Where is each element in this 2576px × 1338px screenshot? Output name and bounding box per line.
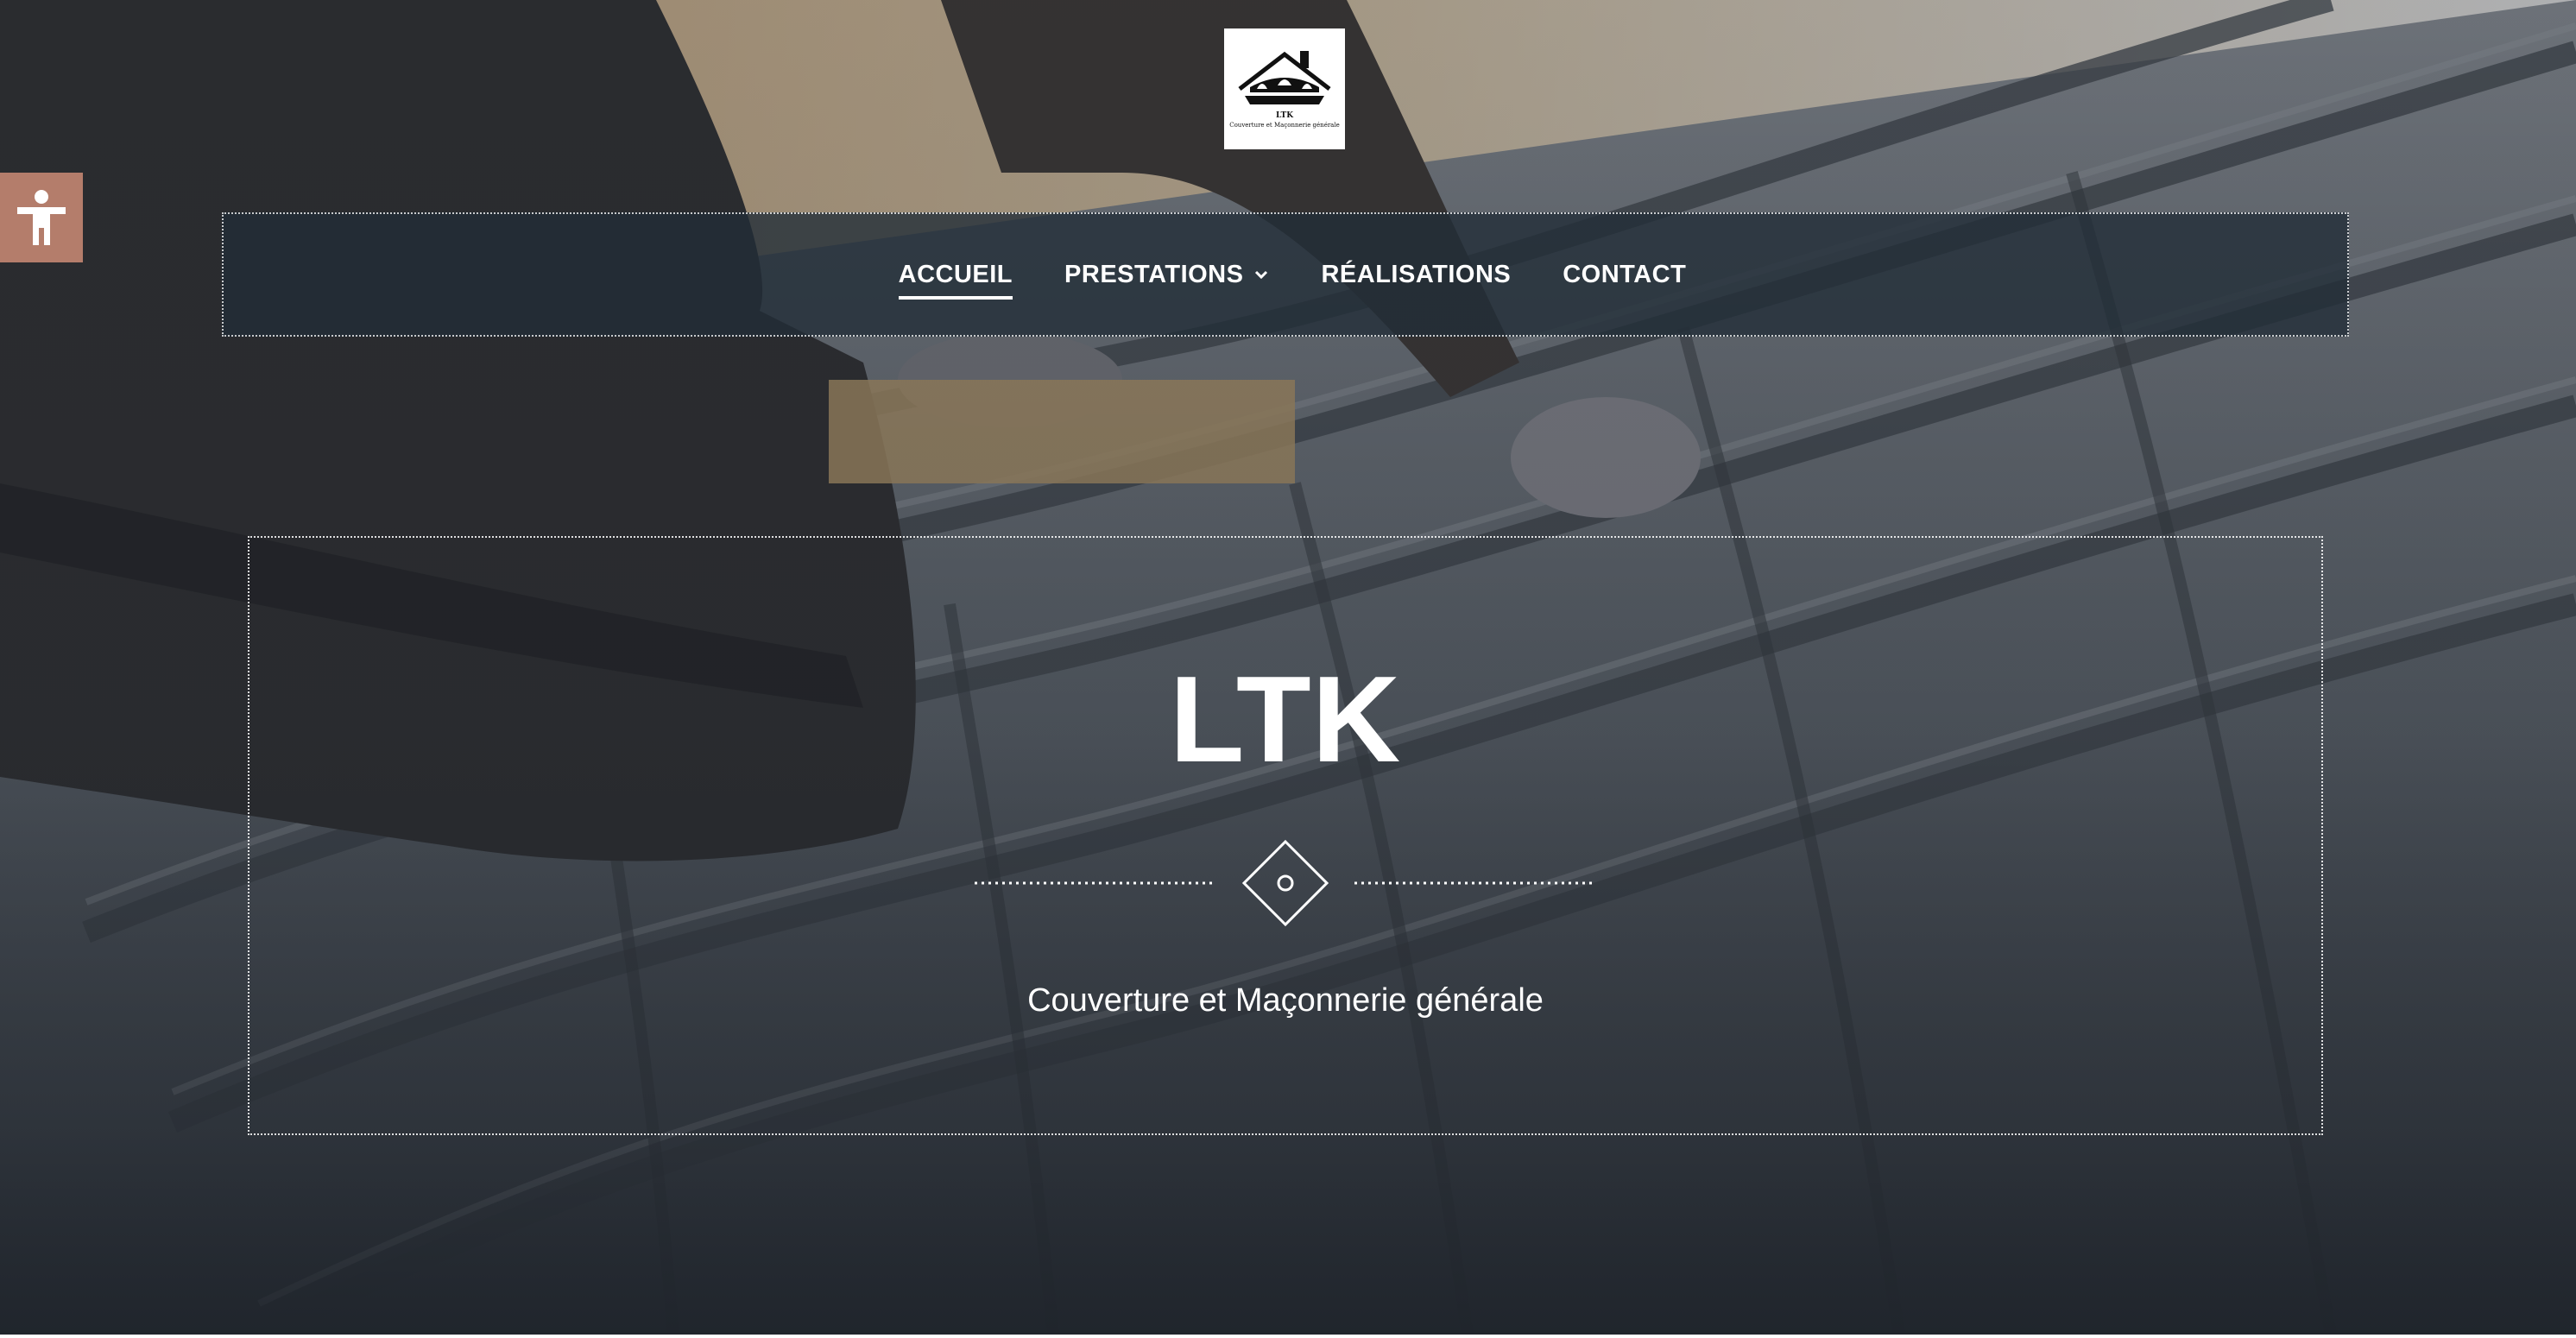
hero-subtitle: Couverture et Maçonnerie générale <box>1027 982 1544 1019</box>
site-logo[interactable]: LTK Couverture et Maçonnerie générale <box>1224 28 1345 149</box>
nav-item-label: CONTACT <box>1563 260 1687 288</box>
accessibility-person-icon <box>17 190 66 245</box>
house-logo-icon <box>1238 51 1331 104</box>
chevron-down-icon <box>1255 270 1268 280</box>
nav-item-label: PRESTATIONS <box>1064 260 1244 288</box>
nav-item-contact[interactable]: CONTACT <box>1563 254 1686 296</box>
hero-title: LTK <box>1169 651 1402 788</box>
accessibility-toggle-button[interactable] <box>0 173 83 262</box>
nav-item-realisations[interactable]: RÉALISATIONS <box>1321 254 1511 296</box>
diamond-divider-icon <box>975 839 1596 927</box>
nav-item-accueil[interactable]: ACCUEIL <box>898 254 1013 300</box>
nav-menu: ACCUEIL PRESTATIONS RÉALISATIONS CONTACT <box>224 214 2347 335</box>
logo-tagline: Couverture et Maçonnerie générale <box>1229 122 1340 129</box>
nav-item-label: ACCUEIL <box>898 260 1013 288</box>
main-navigation: ACCUEIL PRESTATIONS RÉALISATIONS CONTACT <box>222 212 2349 337</box>
nav-item-prestations[interactable]: PRESTATIONS <box>1064 254 1269 296</box>
nav-item-label: RÉALISATIONS <box>1321 260 1512 288</box>
logo-name: LTK <box>1275 111 1294 120</box>
hero-content-frame: LTK Couverture et Maçonnerie générale <box>248 536 2323 1135</box>
